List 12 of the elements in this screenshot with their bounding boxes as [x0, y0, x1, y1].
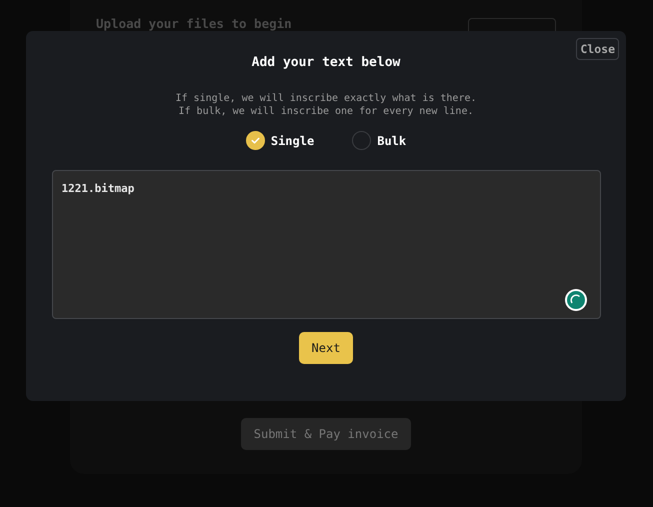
upload-heading: Upload your files to begin [96, 16, 292, 31]
description-text: If single, we will inscribe exactly what is there. [175, 92, 477, 105]
text-input-field[interactable]: 1221.bitmap [52, 170, 600, 319]
next-button[interactable]: Next [298, 332, 354, 364]
spinner-icon [564, 288, 588, 312]
check-icon [250, 135, 261, 146]
close-button[interactable]: Close [576, 38, 619, 60]
radio-label[interactable]: Single [270, 134, 314, 148]
description-text: If bulk, we will inscribe one for every new line. [178, 105, 474, 118]
radio-button[interactable] [352, 131, 372, 150]
modal-title: Add your text below [252, 55, 400, 70]
radio-label[interactable]: Bulk [377, 134, 406, 148]
